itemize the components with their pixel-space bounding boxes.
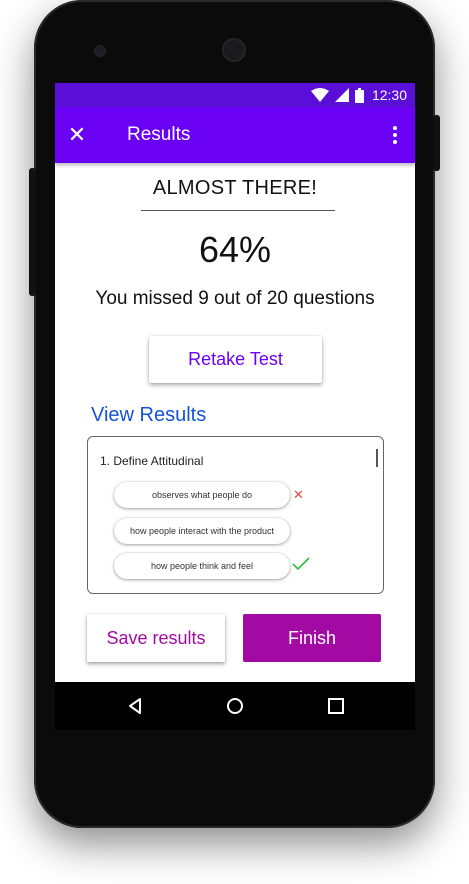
home-icon[interactable] — [223, 694, 247, 718]
correct-answer-icon — [292, 557, 310, 571]
wifi-icon — [310, 88, 329, 102]
status-icons: 12:30 — [310, 83, 407, 107]
page-title: Results — [127, 124, 191, 145]
result-headline: ALMOST THERE! — [152, 177, 318, 199]
app-bar: ✕ Results — [55, 107, 415, 163]
more-vert-icon[interactable] — [387, 123, 403, 147]
cell-signal-icon — [334, 88, 349, 102]
results-scrollbar[interactable] — [376, 449, 378, 467]
back-icon[interactable] — [123, 694, 147, 718]
answer-option[interactable]: how people interact with the product — [114, 518, 290, 544]
missed-summary: You missed 9 out of 20 questions — [95, 288, 375, 309]
answer-option[interactable]: how people think and feel — [114, 553, 290, 579]
earpiece-speaker — [222, 38, 246, 62]
power-button[interactable] — [433, 115, 440, 171]
save-results-button[interactable]: Save results — [87, 614, 225, 662]
status-bar: 12:30 — [55, 83, 415, 107]
score-percent: 64% — [198, 229, 272, 270]
screen: 12:30 ✕ Results ALMOST THERE! 64% You mi… — [55, 83, 415, 682]
question-text: 1. Define Attitudinal — [100, 454, 204, 468]
answer-option[interactable]: observes what people do — [114, 482, 290, 508]
status-time: 12:30 — [371, 87, 407, 103]
wrong-answer-icon: ✕ — [293, 487, 304, 502]
headline-divider — [141, 210, 335, 211]
view-results-link[interactable]: View Results — [91, 404, 206, 427]
results-panel[interactable]: 1. Define Attitudinal observes what peop… — [87, 436, 384, 594]
finish-button[interactable]: Finish — [243, 614, 381, 662]
battery-icon — [354, 87, 364, 103]
volume-button[interactable] — [29, 168, 36, 296]
system-nav-bar — [55, 682, 415, 730]
recents-icon[interactable] — [324, 694, 348, 718]
front-camera — [94, 45, 106, 57]
close-icon[interactable]: ✕ — [65, 123, 89, 147]
retake-test-button[interactable]: Retake Test — [149, 336, 322, 383]
